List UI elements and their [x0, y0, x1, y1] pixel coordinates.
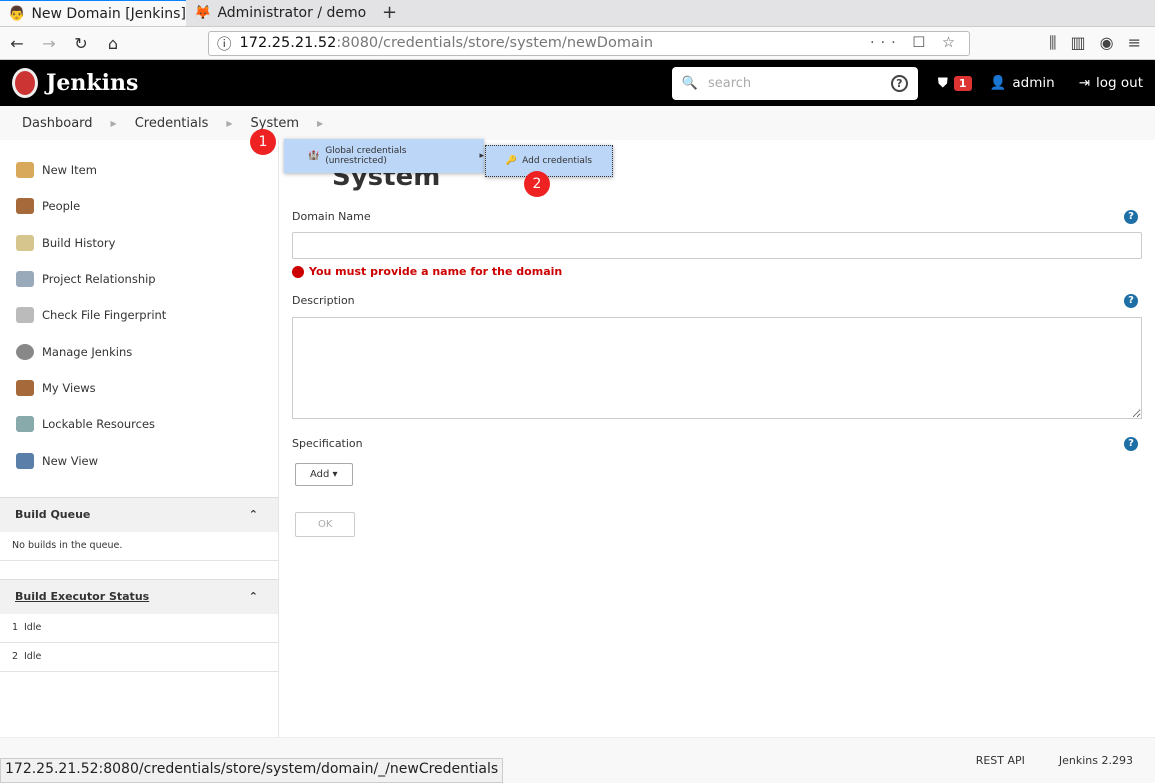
executor-title[interactable]: Build Executor Status — [15, 590, 149, 603]
status-bar-url: 172.25.21.52:8080/credentials/store/syst… — [0, 758, 504, 783]
step-marker-2: 2 — [524, 171, 550, 197]
sidebar-item-my-views[interactable]: My Views — [0, 370, 278, 406]
sidebar-item-new-item[interactable]: New Item — [0, 152, 278, 188]
executor-panel: Build Executor Status ⌃ 1 Idle 2 Idle — [0, 578, 278, 672]
forward-icon[interactable]: → — [36, 34, 62, 53]
menu-item-add-credentials[interactable]: 🔑 Add credentials — [485, 145, 613, 177]
shield-icon[interactable]: ⛊ — [938, 75, 948, 91]
fingerprint-icon — [16, 307, 34, 324]
help-icon[interactable]: ? — [1124, 294, 1138, 308]
url-bar[interactable]: ⓘ 172.25.21.52:8080/credentials/store/sy… — [208, 30, 970, 56]
step-marker-1: 1 — [250, 129, 276, 155]
sidebar-item-manage-jenkins[interactable]: Manage Jenkins — [0, 333, 278, 369]
executor-row: 1 Idle — [0, 614, 278, 643]
brand[interactable]: Jenkins — [46, 70, 138, 96]
help-icon[interactable]: ? — [890, 74, 908, 92]
collapse-icon[interactable]: ⌃ — [249, 590, 258, 603]
account-icon[interactable]: ◉ — [1100, 33, 1114, 53]
breadcrumb-dropdown[interactable]: ▶ — [317, 119, 323, 128]
breadcrumb-credentials[interactable]: Credentials — [135, 116, 209, 131]
description-textarea[interactable] — [292, 317, 1142, 419]
version-link[interactable]: Jenkins 2.293 — [1059, 754, 1133, 767]
people-icon — [16, 198, 34, 215]
menu-icon[interactable]: ≡ — [1128, 33, 1141, 53]
submenu-arrow-icon: ▸ — [479, 151, 484, 161]
breadcrumb-dashboard[interactable]: Dashboard — [22, 116, 93, 131]
gitlab-favicon-icon: 🦊 — [194, 4, 212, 21]
sidebar-item-project-relationship[interactable]: Project Relationship — [0, 261, 278, 297]
build-queue-title[interactable]: Build Queue — [15, 508, 90, 521]
sidebar-icon[interactable]: ▥ — [1071, 33, 1086, 53]
validation-error: You must provide a name for the domain — [292, 265, 1142, 278]
back-icon[interactable]: ← — [4, 34, 30, 53]
help-icon[interactable]: ? — [1124, 210, 1138, 224]
logout-icon: ⇥ — [1078, 75, 1091, 91]
user-icon: 👤 — [989, 75, 1007, 91]
breadcrumb: Dashboard ▶ Credentials ▶ System ▶ — [0, 106, 1155, 140]
jenkins-logo-icon[interactable] — [12, 68, 38, 98]
reload-icon[interactable]: ↻ — [68, 34, 94, 53]
castle-icon: 🏰 — [308, 151, 320, 161]
lock-resources-icon — [16, 416, 34, 433]
user-link[interactable]: admin — [1012, 75, 1054, 91]
build-queue-panel: Build Queue ⌃ No builds in the queue. — [0, 496, 278, 561]
breadcrumb-system[interactable]: System — [251, 116, 299, 131]
sidebar-item-fingerprint[interactable]: Check File Fingerprint — [0, 297, 278, 333]
sidebar-item-build-history[interactable]: Build History — [0, 225, 278, 261]
gear-icon — [16, 343, 34, 360]
tab-new-domain[interactable]: 👨New Domain [Jenkins]✕ — [0, 0, 186, 26]
main-content: System Domain Name? You must provide a n… — [292, 140, 1142, 537]
domain-name-label: Domain Name — [292, 210, 371, 223]
alert-badge[interactable]: 1 — [953, 75, 972, 91]
ok-button[interactable]: OK — [295, 512, 356, 537]
collapse-icon[interactable]: ⌃ — [249, 508, 258, 521]
add-specification-button[interactable]: Add ▾ — [295, 463, 353, 486]
folder-icon — [16, 452, 34, 469]
info-icon: ⓘ — [217, 36, 232, 53]
search-icon: 🔍 — [681, 75, 698, 91]
domain-name-input[interactable] — [292, 232, 1142, 259]
jenkins-favicon-icon: 👨 — [8, 5, 26, 22]
executor-row: 2 Idle — [0, 643, 278, 672]
logout-link[interactable]: log out — [1096, 75, 1143, 91]
sidebar-item-people[interactable]: People — [0, 188, 278, 224]
page-actions-icon[interactable]: ··· ☐ ☆ — [870, 35, 961, 51]
help-icon[interactable]: ? — [1124, 437, 1138, 451]
queue-empty: No builds in the queue. — [0, 532, 278, 561]
browser-tabs: 👨New Domain [Jenkins]✕ 🦊Administrator / … — [0, 0, 1155, 27]
sidebar-item-lockable-resources[interactable]: Lockable Resources — [0, 406, 278, 442]
new-item-icon — [16, 162, 34, 179]
notepad-icon — [16, 234, 34, 251]
sidebar: New Item People Build History Project Re… — [0, 140, 279, 737]
people-icon — [16, 379, 34, 396]
magnifier-icon — [16, 271, 34, 288]
library-icon[interactable]: ⫼ — [1049, 33, 1056, 53]
key-icon: 🔑 — [505, 156, 518, 166]
search-input[interactable]: 🔍 search? — [671, 66, 918, 100]
browser-nav: ← → ↻ ⌂ ⓘ 172.25.21.52:8080/credentials/… — [0, 27, 1155, 60]
menu-item-global-credentials[interactable]: 🏰 Global credentials (unrestricted) ▸ — [284, 139, 484, 173]
tab-administrator[interactable]: 🦊Administrator / demo✕ — [186, 0, 372, 26]
rest-api-link[interactable]: REST API — [976, 754, 1025, 767]
sidebar-item-new-view[interactable]: New View — [0, 442, 278, 478]
specification-label: Specification — [292, 437, 363, 450]
home-icon[interactable]: ⌂ — [100, 34, 126, 53]
description-label: Description — [292, 294, 355, 307]
new-tab-button[interactable]: + — [372, 0, 407, 26]
jenkins-header: Jenkins 🔍 search? ⛊ 1 👤 admin ⇥ log out — [0, 60, 1155, 106]
error-icon — [292, 265, 304, 278]
